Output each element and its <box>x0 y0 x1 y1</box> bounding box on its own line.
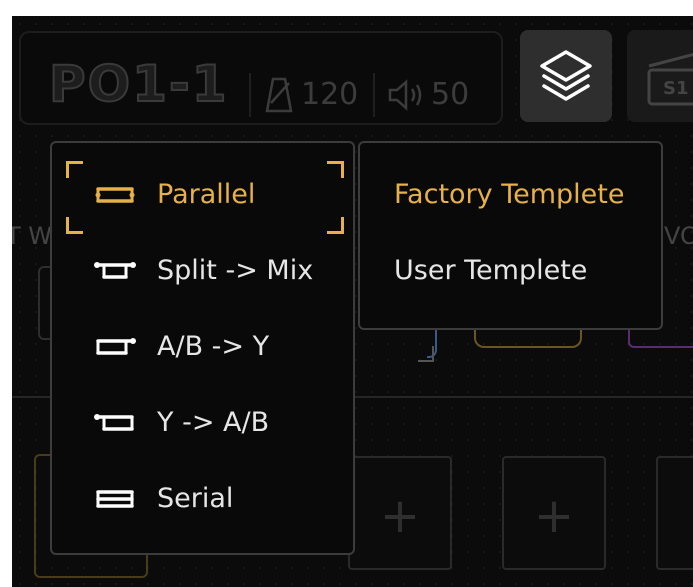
preset-info-bar[interactable]: PO1-1 120 50 <box>19 31 503 125</box>
selection-corner <box>66 161 83 178</box>
menu-item-serial[interactable]: Serial <box>52 469 353 529</box>
menu-item-y-ab[interactable]: Y -> A/B <box>52 393 353 453</box>
speaker-icon <box>388 79 422 111</box>
selection-corner <box>66 217 83 234</box>
menu-item-ab-y[interactable]: A/B -> Y <box>52 317 353 377</box>
divider <box>373 73 375 117</box>
selection-corner <box>327 161 344 178</box>
menu-item-label: A/B -> Y <box>157 331 270 362</box>
divider <box>249 73 251 117</box>
menu-item-parallel[interactable]: Parallel <box>52 161 353 234</box>
snapshot-label: S1 <box>663 78 689 99</box>
menu-item-label: Serial <box>157 483 234 514</box>
volume-value: 50 <box>431 77 470 112</box>
menu-item-split-mix[interactable]: Split -> Mix <box>52 241 353 301</box>
add-slot-button[interactable]: + <box>502 456 606 570</box>
add-slot-button[interactable] <box>656 456 693 570</box>
add-slot-button[interactable]: + <box>348 456 452 570</box>
parallel-icon <box>95 187 135 203</box>
tempo-value: 120 <box>301 77 359 112</box>
preset-name: PO1-1 <box>48 54 229 114</box>
routing-menu: Parallel Split -> Mix A/B -> Y Y -> A/B … <box>50 141 355 555</box>
layers-icon <box>540 50 592 101</box>
background-label: VO <box>664 222 693 250</box>
ab-y-icon <box>96 338 136 355</box>
menu-item-label: Parallel <box>157 179 256 210</box>
metronome-icon <box>265 77 293 113</box>
menu-item-label: Split -> Mix <box>157 255 314 286</box>
menu-item-user-template[interactable]: User Templete <box>394 255 587 286</box>
background-label: T W <box>12 222 53 250</box>
menu-item-label: Y -> A/B <box>157 407 270 438</box>
selection-corner <box>327 217 344 234</box>
background-corner <box>418 346 434 362</box>
split-mix-icon <box>94 262 136 279</box>
serial-icon <box>96 490 134 508</box>
menu-item-factory-template[interactable]: Factory Templete <box>394 179 624 210</box>
template-menu: Factory Templete User Templete <box>358 141 663 330</box>
y-ab-icon <box>94 414 134 431</box>
snapshot-button[interactable]: S1 <box>627 30 693 122</box>
layers-button[interactable] <box>520 30 612 122</box>
